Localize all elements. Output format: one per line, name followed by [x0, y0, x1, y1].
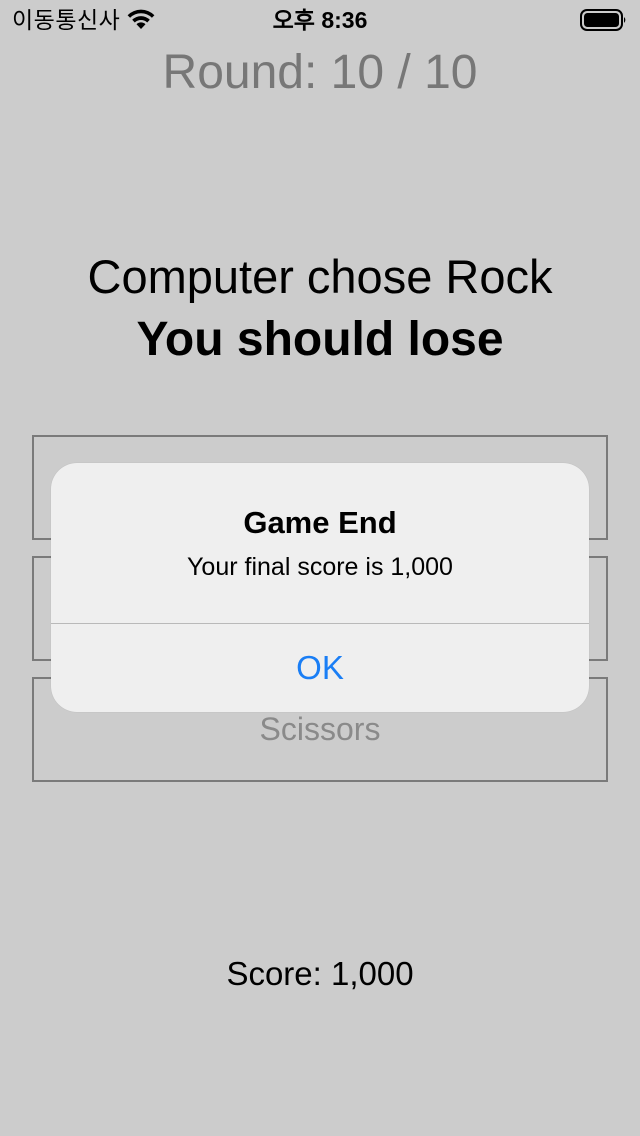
instruction-text: You should lose	[136, 313, 504, 366]
battery-full-icon	[580, 9, 626, 31]
computer-choice-text: Computer chose Rock	[87, 250, 553, 303]
round-label: Round: 10 / 10	[162, 46, 478, 99]
ok-button[interactable]: OK	[51, 624, 589, 712]
game-end-alert: Game End Your final score is 1,000 OK	[51, 463, 589, 712]
alert-message: Your final score is 1,000	[187, 553, 453, 581]
status-bar: 이동통신사 오후 8:36	[0, 0, 640, 40]
alert-title: Game End	[243, 505, 397, 540]
score-label: Score: 1,000	[226, 955, 414, 992]
status-time: 오후 8:36	[272, 7, 368, 33]
